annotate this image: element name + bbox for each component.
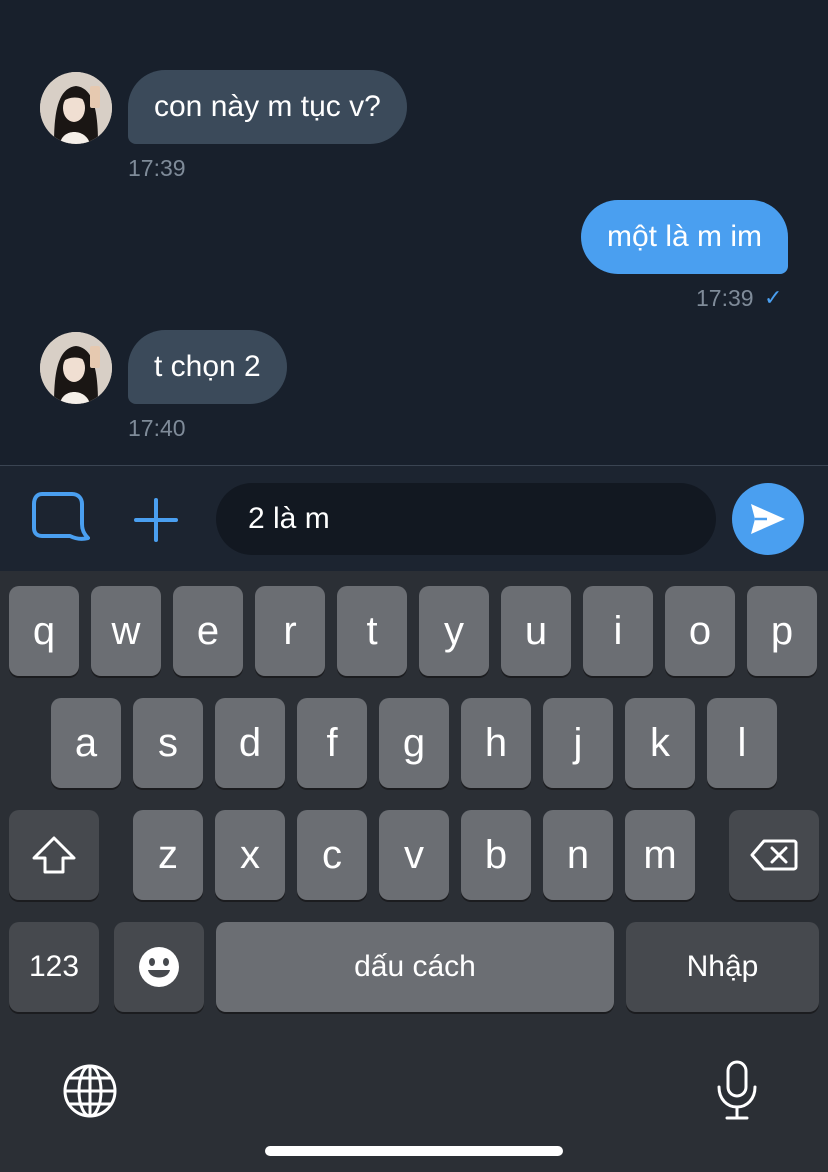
key-m[interactable]: m: [625, 810, 695, 900]
key-z[interactable]: z: [133, 810, 203, 900]
key-b[interactable]: b: [461, 810, 531, 900]
key-a[interactable]: a: [51, 698, 121, 788]
send-button[interactable]: [732, 483, 804, 555]
sticker-icon[interactable]: [30, 490, 90, 551]
message-list[interactable]: con này m tục v? 17:39 một là m im 17:39…: [0, 0, 828, 465]
message-bubble-incoming[interactable]: t chọn 2: [128, 330, 287, 404]
key-k[interactable]: k: [625, 698, 695, 788]
home-indicator[interactable]: [265, 1146, 563, 1156]
message-composer: 2 là m: [0, 465, 828, 571]
chat-screen: con này m tục v? 17:39 một là m im 17:39…: [0, 0, 828, 1172]
key-d[interactable]: d: [215, 698, 285, 788]
message-time: 17:40: [128, 415, 186, 441]
key-i[interactable]: i: [583, 586, 653, 676]
emoji-key[interactable]: [114, 922, 204, 1012]
key-o[interactable]: o: [665, 586, 735, 676]
message-text: t chọn 2: [154, 350, 261, 383]
key-v[interactable]: v: [379, 810, 449, 900]
shift-icon: [32, 836, 76, 874]
key-s[interactable]: s: [133, 698, 203, 788]
message-bubble-incoming[interactable]: con này m tục v?: [128, 70, 407, 144]
key-h[interactable]: h: [461, 698, 531, 788]
key-g[interactable]: g: [379, 698, 449, 788]
message-bubble-outgoing[interactable]: một là m im: [580, 200, 788, 274]
key-r[interactable]: r: [255, 586, 325, 676]
backspace-key[interactable]: [729, 810, 819, 900]
key-q[interactable]: q: [9, 586, 79, 676]
key-u[interactable]: u: [501, 586, 571, 676]
message-text: con này m tục v?: [154, 90, 381, 123]
message-text: một là m im: [606, 220, 762, 253]
key-w[interactable]: w: [91, 586, 161, 676]
key-x[interactable]: x: [215, 810, 285, 900]
space-key[interactable]: dấu cách: [216, 922, 614, 1012]
return-key[interactable]: Nhập: [626, 922, 819, 1012]
key-t[interactable]: t: [337, 586, 407, 676]
numbers-key[interactable]: 123: [9, 922, 99, 1012]
globe-icon[interactable]: [62, 1063, 118, 1124]
backspace-icon: [750, 839, 798, 871]
key-l[interactable]: l: [707, 698, 777, 788]
contact-avatar[interactable]: [40, 72, 112, 144]
message-time: 17:39: [696, 285, 754, 311]
key-e[interactable]: e: [173, 586, 243, 676]
key-f[interactable]: f: [297, 698, 367, 788]
key-p[interactable]: p: [747, 586, 817, 676]
plus-icon[interactable]: [132, 496, 180, 549]
sent-check-icon: ✓: [764, 285, 783, 310]
contact-avatar[interactable]: [40, 332, 112, 404]
key-c[interactable]: c: [297, 810, 367, 900]
key-y[interactable]: y: [419, 586, 489, 676]
microphone-icon[interactable]: [714, 1059, 760, 1126]
key-j[interactable]: j: [543, 698, 613, 788]
send-icon: [751, 504, 785, 534]
key-n[interactable]: n: [543, 810, 613, 900]
message-time: 17:39: [128, 155, 186, 181]
emoji-icon: [139, 947, 179, 987]
on-screen-keyboard: q w e r t y u i o p a s d f g h j k l z …: [0, 571, 828, 1172]
message-input[interactable]: 2 là m: [216, 483, 716, 555]
shift-key[interactable]: [9, 810, 99, 900]
